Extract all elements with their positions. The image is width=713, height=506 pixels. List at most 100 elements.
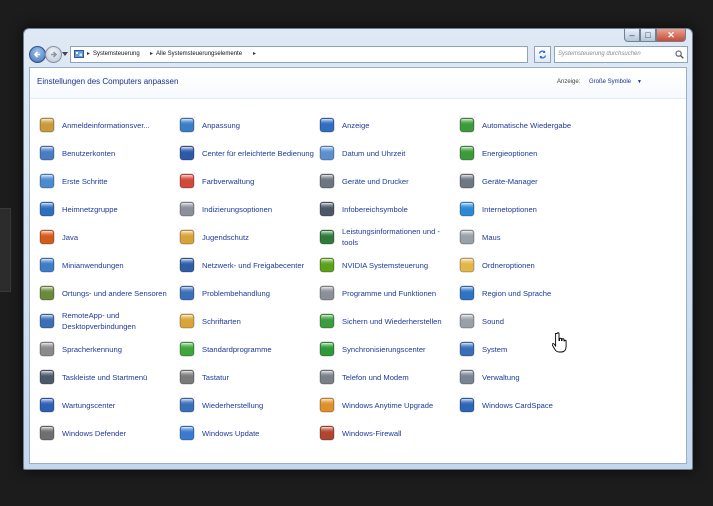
forward-button[interactable] <box>45 46 62 63</box>
cp-item-remoteapp[interactable]: RemoteApp- und Desktopverbindungen <box>38 308 174 334</box>
cp-item-label: Schriftarten <box>202 316 241 326</box>
firewall-icon <box>318 424 336 442</box>
programs-features-icon <box>318 284 336 302</box>
cp-item-user-accounts[interactable]: Benutzerkonten <box>38 140 174 166</box>
cp-item-sensors[interactable]: Ortungs- und andere Sensoren <box>38 280 174 306</box>
cp-item-label: Anpassung <box>202 120 240 130</box>
cp-item-label: Automatische Wiedergabe <box>482 120 572 130</box>
cp-item-internet-options[interactable]: Internetoptionen <box>458 196 594 222</box>
cp-item-getting-started[interactable]: Erste Schritte <box>38 168 174 194</box>
cp-item-folder-options[interactable]: Ordneroptionen <box>458 252 594 278</box>
cp-item-sound[interactable]: Sound <box>458 308 594 334</box>
ease-of-access-icon <box>178 144 196 162</box>
cp-item-sync-center[interactable]: Synchronisierungscenter <box>318 336 454 362</box>
back-button[interactable] <box>29 46 46 63</box>
content-pane: Einstellungen des Computers anpassen Anz… <box>29 67 687 464</box>
cp-item-homegroup[interactable]: Heimnetzgruppe <box>38 196 174 222</box>
search-icon[interactable] <box>675 50 684 59</box>
cp-item-cardspace[interactable]: Windows CardSpace <box>458 392 594 418</box>
cp-item-microphone[interactable]: Spracherkennung <box>38 336 174 362</box>
cp-item-label: Farbverwaltung <box>202 176 255 186</box>
minimize-button[interactable]: – <box>624 29 640 42</box>
search-input[interactable]: Systemsteuerung durchsuchen <box>554 46 688 63</box>
cp-item-label: Wiederherstellung <box>202 400 264 410</box>
cp-item-fonts[interactable]: Schriftarten <box>178 308 314 334</box>
cp-item-notification-icons[interactable]: Infobereichsymbole <box>318 196 454 222</box>
refresh-button[interactable] <box>534 46 551 63</box>
cp-item-phone-modem[interactable]: Telefon und Modem <box>318 364 454 390</box>
indexing-icon <box>178 200 196 218</box>
background-window-edge <box>0 208 11 292</box>
close-button[interactable]: ✕ <box>656 29 686 42</box>
cp-item-taskbar[interactable]: Taskleiste und Startmenü <box>38 364 174 390</box>
cp-item-region-language[interactable]: Region und Sprache <box>458 280 594 306</box>
cp-item-windows-defender[interactable]: Windows Defender <box>38 420 174 446</box>
cp-item-label: Anmeldeinformationsver... <box>62 120 150 130</box>
cp-item-label: Leistungsinformationen und -tools <box>342 227 440 247</box>
cp-item-ease-of-access[interactable]: Center für erleichterte Bedienung <box>178 140 314 166</box>
getting-started-icon <box>38 172 56 190</box>
breadcrumb-systemsteuerung[interactable]: Systemsteuerung <box>93 47 140 62</box>
address-bar[interactable]: ▸ Systemsteuerung ▸ Alle Systemsteuerung… <box>70 46 565 65</box>
cp-item-printer[interactable]: Geräte und Drucker <box>318 168 454 194</box>
cp-item-nvidia[interactable]: NVIDIA Systemsteuerung <box>318 252 454 278</box>
cp-item-mouse[interactable]: Maus <box>458 224 594 250</box>
sound-icon <box>458 312 476 330</box>
cp-item-label: Windows CardSpace <box>482 400 553 410</box>
cp-item-autoplay[interactable]: Automatische Wiedergabe <box>458 112 594 138</box>
cp-item-display[interactable]: Anzeige <box>318 112 454 138</box>
cp-item-gadgets[interactable]: Minianwendungen <box>38 252 174 278</box>
cp-item-windows-update[interactable]: Windows Update <box>178 420 314 446</box>
cp-item-java[interactable]: Java <box>38 224 174 250</box>
cp-item-firewall[interactable]: Windows-Firewall <box>318 420 454 446</box>
troubleshooting-icon <box>178 284 196 302</box>
cp-item-label: Programme und Funktionen <box>342 288 437 298</box>
cp-item-anytime-upgrade[interactable]: Windows Anytime Upgrade <box>318 392 454 418</box>
cp-item-administrative-tools[interactable]: Verwaltung <box>458 364 594 390</box>
cp-item-label: Java <box>62 232 79 242</box>
internet-options-icon <box>458 200 476 218</box>
refresh-icon <box>538 50 547 59</box>
maximize-button[interactable]: □ <box>640 29 656 42</box>
cp-item-label: Indizierungsoptionen <box>202 204 273 214</box>
cp-item-credential-manager[interactable]: Anmeldeinformationsver... <box>38 112 174 138</box>
cp-item-parental-controls[interactable]: Jugendschutz <box>178 224 314 250</box>
breadcrumb-alle-elemente[interactable]: Alle Systemsteuerungselemente <box>156 47 242 62</box>
cp-item-label: Spracherkennung <box>62 344 122 354</box>
cp-item-network[interactable]: Netzwerk- und Freigabecenter <box>178 252 314 278</box>
cp-item-label: Benutzerkonten <box>62 148 116 158</box>
cp-item-recovery[interactable]: Wiederherstellung <box>178 392 314 418</box>
recent-pages-dropdown-icon[interactable] <box>62 52 68 56</box>
autoplay-icon <box>458 116 476 134</box>
forward-arrow-icon <box>51 51 58 58</box>
anytime-upgrade-icon <box>318 396 336 414</box>
cp-item-label: Center für erleichterte Bedienung <box>202 148 314 158</box>
cp-item-programs-features[interactable]: Programme und Funktionen <box>318 280 454 306</box>
cp-item-action-center-flag[interactable]: Wartungscenter <box>38 392 174 418</box>
navigation-bar: ▸ Systemsteuerung ▸ Alle Systemsteuerung… <box>24 43 692 65</box>
cp-item-label: Sichern und Wiederherstellen <box>342 316 442 326</box>
cp-item-system[interactable]: System <box>458 336 594 362</box>
mouse-icon <box>458 228 476 246</box>
microphone-icon <box>38 340 56 358</box>
cp-item-power-options[interactable]: Energieoptionen <box>458 140 594 166</box>
cp-item-label: Datum und Uhrzeit <box>342 148 406 158</box>
cp-item-performance[interactable]: Leistungsinformationen und -tools <box>318 224 454 250</box>
cp-item-label: Ordneroptionen <box>482 260 535 270</box>
personalization-icon <box>178 116 196 134</box>
nvidia-icon <box>318 256 336 274</box>
notification-icons-icon <box>318 200 336 218</box>
cp-item-default-programs[interactable]: Standardprogramme <box>178 336 314 362</box>
cp-item-date-time[interactable]: Datum und Uhrzeit <box>318 140 454 166</box>
view-mode-dropdown[interactable]: Große Symbole <box>589 79 631 85</box>
cp-item-label: Geräte und Drucker <box>342 176 409 186</box>
cp-item-troubleshooting[interactable]: Problembehandlung <box>178 280 314 306</box>
cp-item-color-management[interactable]: Farbverwaltung <box>178 168 314 194</box>
cp-item-device-manager[interactable]: Geräte-Manager <box>458 168 594 194</box>
cp-item-personalization[interactable]: Anpassung <box>178 112 314 138</box>
cp-item-keyboard[interactable]: Tastatur <box>178 364 314 390</box>
cp-item-indexing[interactable]: Indizierungsoptionen <box>178 196 314 222</box>
color-management-icon <box>178 172 196 190</box>
cp-item-backup[interactable]: Sichern und Wiederherstellen <box>318 308 454 334</box>
view-mode-dropdown-icon[interactable]: ▼ <box>637 79 642 85</box>
